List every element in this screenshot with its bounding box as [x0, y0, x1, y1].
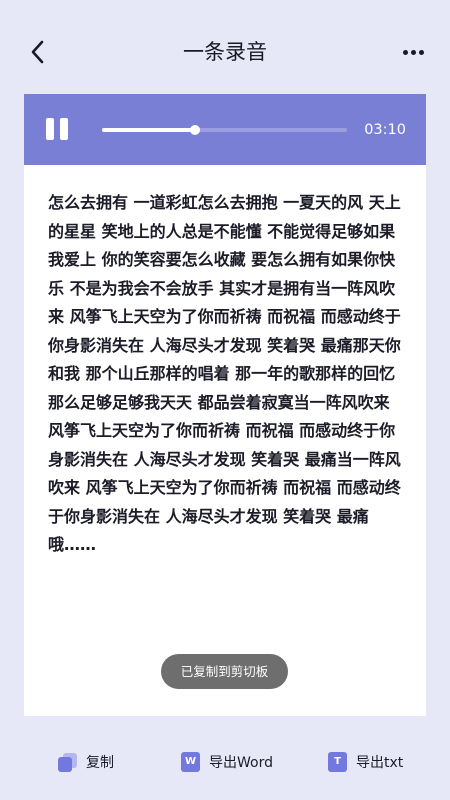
- export-word-label: 导出Word: [209, 755, 273, 771]
- word-file-icon: W: [181, 752, 200, 772]
- toast-message: 已复制到剪切板: [161, 654, 288, 689]
- page-title: 一条录音: [183, 40, 267, 64]
- pause-icon: [46, 118, 54, 140]
- pause-icon: [60, 118, 68, 140]
- more-horizontal-icon: [410, 49, 416, 55]
- progress-thumb[interactable]: [190, 125, 201, 135]
- header: 一条录音: [0, 0, 450, 94]
- progress-fill: [102, 128, 196, 132]
- transcript-text: 怎么去拥有 一道彩虹怎么去拥抱 一夏天的风 天上的星星 笑地上的人总是不能懂 不…: [48, 193, 401, 554]
- copy-label: 复制: [86, 755, 114, 771]
- more-horizontal-icon: [402, 49, 408, 55]
- export-word-button[interactable]: W 导出Word: [181, 750, 273, 774]
- audio-player: 03:10: [24, 94, 426, 165]
- playback-progress-slider[interactable]: [102, 125, 347, 135]
- copy-icon: [58, 752, 77, 772]
- bottom-action-bar: 复制 W 导出Word T 导出txt: [0, 740, 450, 784]
- txt-file-icon: T: [328, 752, 347, 772]
- transcript-card: 03:10 怎么去拥有 一道彩虹怎么去拥抱 一夏天的风 天上的星星 笑地上的人总…: [24, 94, 426, 716]
- more-button[interactable]: [398, 36, 428, 68]
- more-horizontal-icon: [418, 49, 424, 55]
- export-txt-button[interactable]: T 导出txt: [328, 750, 403, 774]
- pause-button[interactable]: [46, 118, 70, 140]
- copy-button[interactable]: 复制: [58, 750, 114, 774]
- recording-detail-screen: 一条录音 03:10 怎么去拥有 一道彩虹怎么去拥抱 一夏天的风 天上的星星 笑…: [0, 0, 450, 800]
- export-txt-label: 导出txt: [356, 755, 404, 771]
- playback-time: 03:10: [364, 122, 406, 138]
